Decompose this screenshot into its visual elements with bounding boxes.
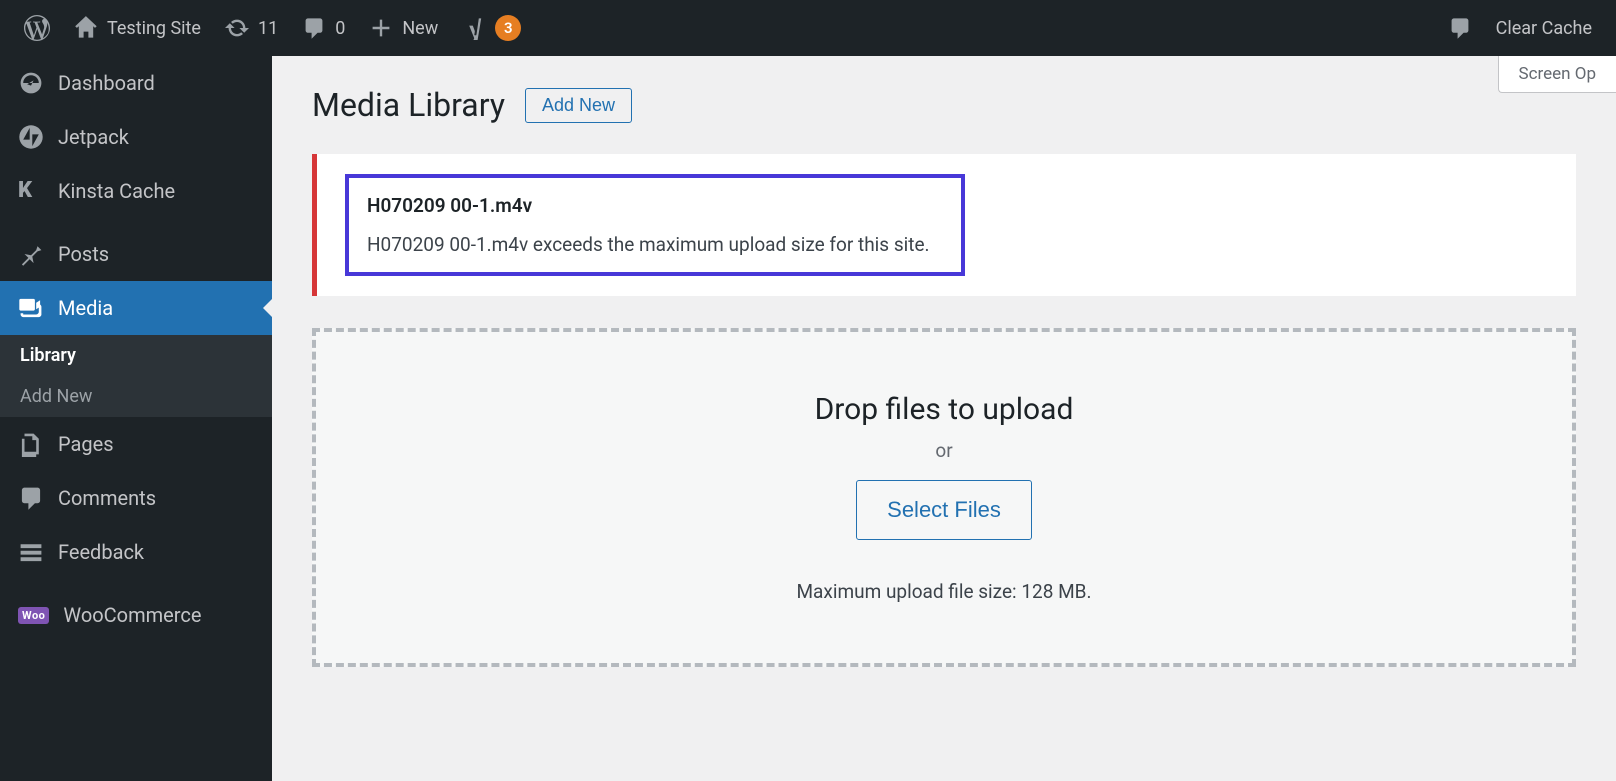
- plus-icon: [369, 16, 393, 40]
- error-filename: H070209 00-1.m4v: [367, 194, 943, 217]
- sidebar-item-label: Kinsta Cache: [58, 179, 175, 203]
- sidebar-item-label: Media: [58, 296, 113, 320]
- sidebar-item-woocommerce[interactable]: Woo WooCommerce: [0, 589, 272, 641]
- upload-limit-text: Maximum upload file size: 128 MB.: [356, 580, 1532, 603]
- sidebar-item-label: Pages: [58, 432, 114, 456]
- notifications-link[interactable]: [1436, 0, 1484, 56]
- sidebar-subitem-library[interactable]: Library: [0, 335, 272, 376]
- screen-options-label: Screen Op: [1519, 64, 1596, 84]
- updates-count: 11: [258, 18, 278, 39]
- sidebar-item-media[interactable]: Media: [0, 281, 272, 335]
- kinsta-icon: K: [18, 178, 44, 203]
- divider: [0, 579, 272, 589]
- sidebar-item-label: Jetpack: [58, 125, 129, 149]
- clear-cache-label: Clear Cache: [1496, 18, 1592, 39]
- site-name-link[interactable]: Testing Site: [62, 0, 213, 56]
- yoast-icon: [462, 16, 486, 40]
- admin-sidebar: Dashboard Jetpack K Kinsta Cache Posts M…: [0, 56, 272, 781]
- new-label: New: [402, 18, 438, 39]
- main-content: Screen Op Media Library Add New H070209 …: [272, 56, 1616, 707]
- page-title: Media Library: [312, 86, 505, 124]
- comments-count: 0: [335, 18, 345, 39]
- sidebar-item-label: Feedback: [58, 540, 144, 564]
- upload-error-notice: H070209 00-1.m4v H070209 00-1.m4v exceed…: [312, 154, 1576, 296]
- sidebar-item-comments[interactable]: Comments: [0, 471, 272, 525]
- page-header: Media Library Add New: [312, 56, 1576, 124]
- sidebar-item-jetpack[interactable]: Jetpack: [0, 110, 272, 164]
- sidebar-subitem-add-new[interactable]: Add New: [0, 376, 272, 417]
- sidebar-item-label: Posts: [58, 242, 109, 266]
- pages-icon: [18, 431, 44, 457]
- wordpress-logo-menu[interactable]: [12, 0, 62, 56]
- divider: [0, 217, 272, 227]
- site-name-label: Testing Site: [107, 18, 201, 39]
- new-content-link[interactable]: New: [357, 0, 450, 56]
- media-icon: [18, 295, 44, 321]
- sidebar-item-label: Dashboard: [58, 71, 155, 95]
- add-new-button[interactable]: Add New: [525, 88, 632, 123]
- refresh-icon: [225, 16, 249, 40]
- select-files-button[interactable]: Select Files: [856, 480, 1032, 540]
- comments-link[interactable]: 0: [290, 0, 357, 56]
- upload-or-text: or: [356, 439, 1532, 462]
- sidebar-item-dashboard[interactable]: Dashboard: [0, 56, 272, 110]
- yoast-badge: 3: [495, 15, 521, 41]
- home-icon: [74, 16, 98, 40]
- comment-icon: [302, 16, 326, 40]
- admin-bar-right: Clear Cache: [1436, 0, 1604, 56]
- error-message: H070209 00-1.m4v exceeds the maximum upl…: [367, 233, 943, 256]
- updates-link[interactable]: 11: [213, 0, 290, 56]
- sidebar-item-label: WooCommerce: [63, 603, 201, 627]
- sidebar-item-feedback[interactable]: Feedback: [0, 525, 272, 579]
- sidebar-item-pages[interactable]: Pages: [0, 417, 272, 471]
- jetpack-icon: [18, 124, 44, 150]
- woo-icon: Woo: [18, 607, 49, 624]
- upload-dropzone[interactable]: Drop files to upload or Select Files Max…: [312, 328, 1576, 667]
- error-highlight-box: H070209 00-1.m4v H070209 00-1.m4v exceed…: [345, 174, 965, 276]
- feedback-icon: [18, 539, 44, 565]
- sidebar-item-kinsta-cache[interactable]: K Kinsta Cache: [0, 164, 272, 217]
- admin-bar: Testing Site 11 0 New 3 Clear Cache: [0, 0, 1616, 56]
- upload-drop-text: Drop files to upload: [356, 392, 1532, 427]
- sidebar-subitem-label: Library: [20, 345, 76, 366]
- comments-icon: [18, 485, 44, 511]
- dashboard-icon: [18, 70, 44, 96]
- screen-options-toggle[interactable]: Screen Op: [1498, 56, 1616, 93]
- pin-icon: [18, 241, 44, 267]
- sidebar-item-label: Comments: [58, 486, 156, 510]
- sidebar-subitem-label: Add New: [20, 386, 92, 407]
- wordpress-icon: [24, 15, 50, 41]
- yoast-link[interactable]: 3: [450, 0, 533, 56]
- clear-cache-link[interactable]: Clear Cache: [1484, 0, 1604, 56]
- sidebar-item-posts[interactable]: Posts: [0, 227, 272, 281]
- notification-icon: [1448, 16, 1472, 40]
